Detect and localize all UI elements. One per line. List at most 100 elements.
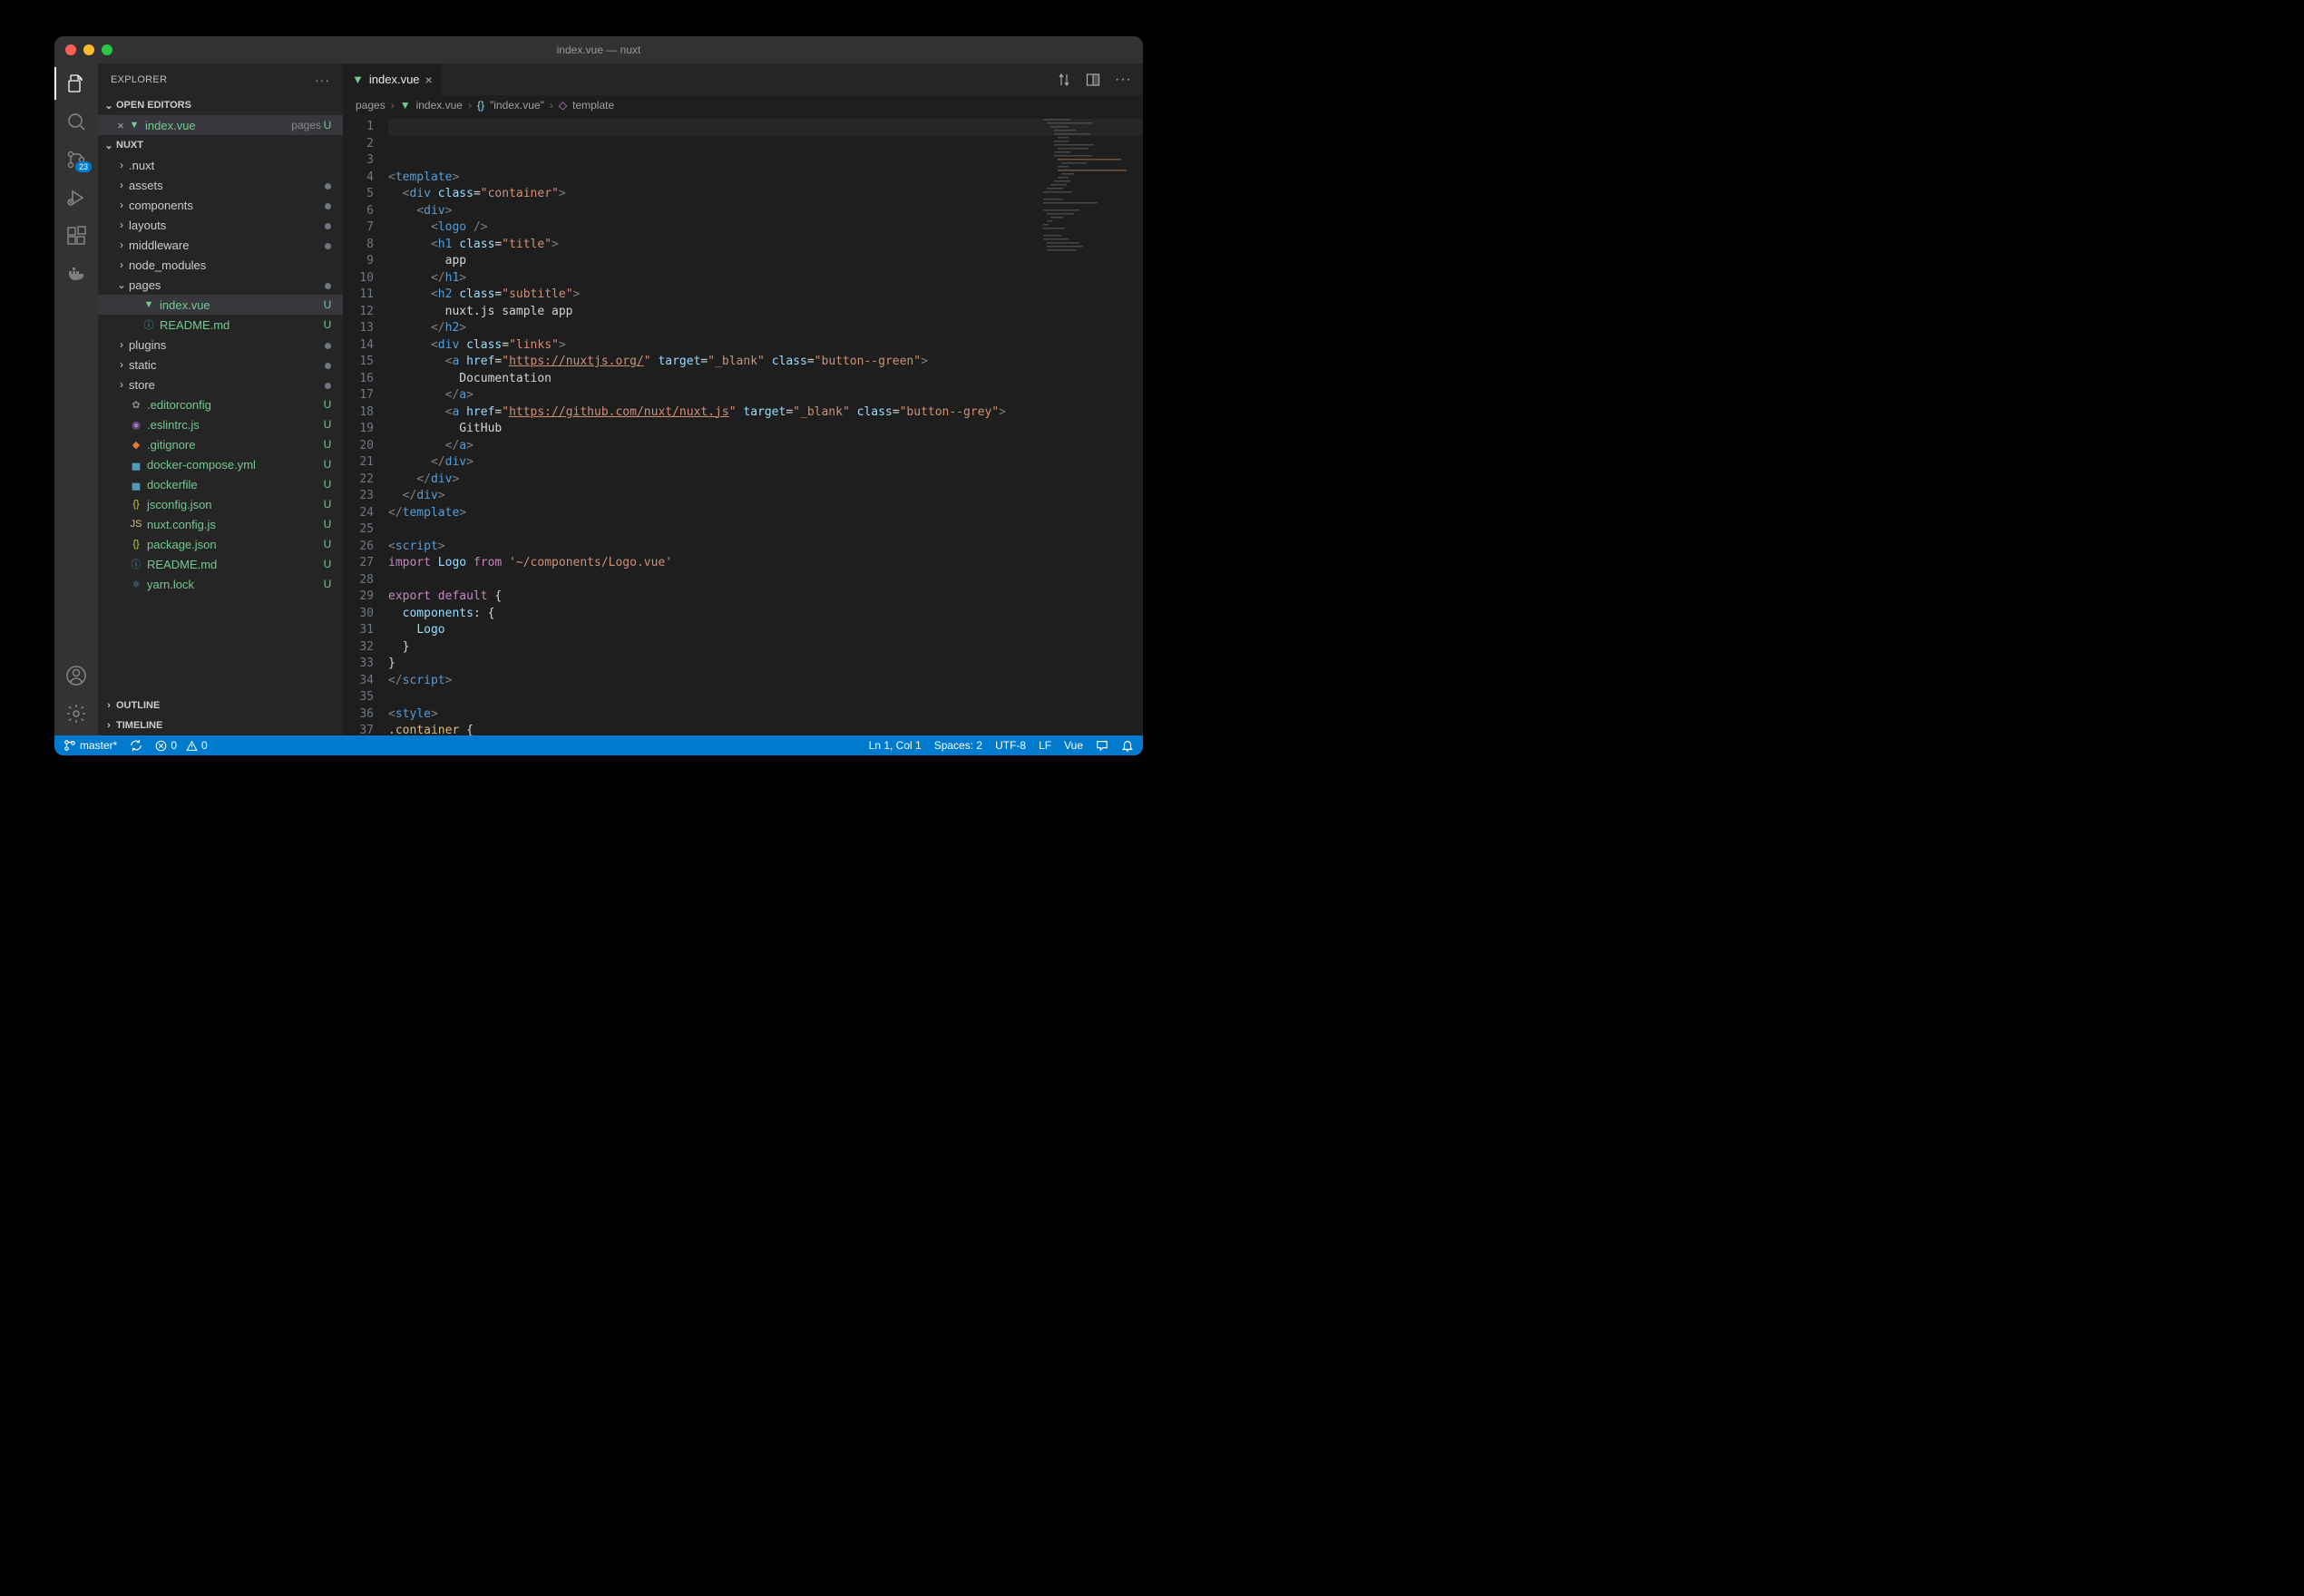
sidebar: EXPLORER ··· ⌄ OPEN EDITORS × ▼ index.vu… [98,63,343,735]
docker-icon: ▅ [129,457,143,472]
project-header[interactable]: ⌄ NUXT [98,135,343,155]
source-control-icon[interactable]: 23 [65,149,87,170]
git-branch[interactable]: master* [63,739,117,752]
docker-icon[interactable] [65,263,87,285]
tree-file[interactable]: ▅ docker-compose.yml U [98,454,343,474]
modified-dot-icon [321,219,334,232]
tree-label: .editorconfig [147,398,321,412]
tree-folder[interactable]: › plugins [98,335,343,355]
chevron-right-icon: › [102,720,116,731]
tree-folder[interactable]: › components [98,195,343,215]
settings-icon[interactable] [65,703,87,725]
tree-folder[interactable]: › node_modules [98,255,343,275]
file-name: index.vue [145,119,286,132]
crumb-folder[interactable]: pages [356,99,386,112]
git-status: U [321,458,334,471]
crumb-template[interactable]: template [572,99,614,112]
sidebar-title: EXPLORER [111,74,167,85]
crumb-file[interactable]: index.vue [416,99,463,112]
gear-icon: ✿ [129,397,143,412]
chevron-icon: › [114,358,129,371]
open-editors-header[interactable]: ⌄ OPEN EDITORS [98,95,343,115]
cursor-position[interactable]: Ln 1, Col 1 [869,739,922,752]
json-icon: {} [129,497,143,511]
search-icon[interactable] [65,111,87,132]
tree-folder[interactable]: › middleware [98,235,343,255]
line-gutter: 1234567891011121314151617181920212223242… [343,115,388,735]
eol[interactable]: LF [1039,739,1051,752]
close-icon[interactable]: × [114,119,127,132]
feedback-icon[interactable] [1096,739,1108,752]
tree-file[interactable]: {} jsconfig.json U [98,494,343,514]
modified-dot-icon [321,338,334,352]
compare-icon[interactable] [1057,73,1071,87]
tree-file[interactable]: ▅ dockerfile U [98,474,343,494]
zoom-window-button[interactable] [102,44,112,55]
code-content[interactable]: <template> <div class="container"> <div>… [388,115,1143,735]
encoding[interactable]: UTF-8 [995,739,1026,752]
tree-label: nuxt.config.js [147,518,321,531]
explorer-icon[interactable] [65,73,87,94]
tree-folder[interactable]: › store [98,375,343,394]
minimize-window-button[interactable] [83,44,94,55]
problems[interactable]: 0 0 [155,739,207,752]
account-icon[interactable] [65,665,87,686]
chevron-down-icon: ⌄ [102,140,116,151]
main-layout: 23 EXPLORER ··· [54,63,1143,735]
chevron-icon: ⌄ [114,278,129,291]
crumb-symbol[interactable]: "index.vue" [490,99,544,112]
tree-label: package.json [147,538,321,551]
tree-file[interactable]: {} package.json U [98,534,343,554]
tree-folder[interactable]: › .nuxt [98,155,343,175]
tree-file[interactable]: ⚛ yarn.lock U [98,574,343,594]
yarn-icon: ⚛ [129,577,143,591]
outline-label: OUTLINE [116,700,160,711]
close-window-button[interactable] [65,44,76,55]
tree-label: middleware [129,238,321,252]
close-icon[interactable]: × [425,73,433,87]
tree-folder[interactable]: › layouts [98,215,343,235]
current-line-highlight [388,119,1143,136]
tree-file[interactable]: ⓘ README.md U [98,315,343,335]
tree-label: index.vue [160,298,321,312]
open-editors-label: OPEN EDITORS [116,100,191,111]
tree-file[interactable]: ◆ .gitignore U [98,434,343,454]
git-status: U [321,558,334,570]
timeline-label: TIMELINE [116,720,162,731]
chevron-icon: › [114,258,129,271]
debug-icon[interactable] [65,187,87,209]
sync-icon[interactable] [130,739,142,752]
tree-file[interactable]: ▼ index.vue U [98,295,343,315]
git-icon: ◆ [129,437,143,452]
vue-icon: ▼ [142,297,156,312]
tree-file[interactable]: ✿ .editorconfig U [98,394,343,414]
info-icon: ⓘ [129,557,143,571]
tree-file[interactable]: JS nuxt.config.js U [98,514,343,534]
git-status: U [321,398,334,411]
split-editor-icon[interactable] [1086,73,1100,87]
tab-label: index.vue [369,73,420,86]
extensions-icon[interactable] [65,225,87,247]
tree-folder[interactable]: ⌄ pages [98,275,343,295]
vscode-window: index.vue — nuxt 23 [54,36,1143,755]
bell-icon[interactable] [1121,739,1134,752]
modified-dot-icon [321,238,334,252]
open-editor-item[interactable]: × ▼ index.vue pages U [98,115,343,135]
modified-dot-icon [321,199,334,212]
tree-folder[interactable]: › assets [98,175,343,195]
breadcrumbs[interactable]: pages › ▼ index.vue › {} "index.vue" › ◇… [343,95,1143,115]
tree-folder[interactable]: › static [98,355,343,375]
chevron-down-icon: ⌄ [102,100,116,112]
tree-file[interactable]: ⓘ README.md U [98,554,343,574]
minimap[interactable] [1041,115,1132,297]
language-mode[interactable]: Vue [1064,739,1083,752]
tree-file[interactable]: ◉ .eslintrc.js U [98,414,343,434]
code-editor[interactable]: 1234567891011121314151617181920212223242… [343,115,1143,735]
indent[interactable]: Spaces: 2 [934,739,982,752]
outline-header[interactable]: › OUTLINE [98,696,343,715]
more-icon[interactable]: ··· [1115,72,1132,88]
sidebar-more-icon[interactable]: ··· [315,73,330,87]
timeline-header[interactable]: › TIMELINE [98,715,343,735]
tree-label: yarn.lock [147,578,321,591]
tab-index-vue[interactable]: ▼ index.vue × [343,63,443,95]
